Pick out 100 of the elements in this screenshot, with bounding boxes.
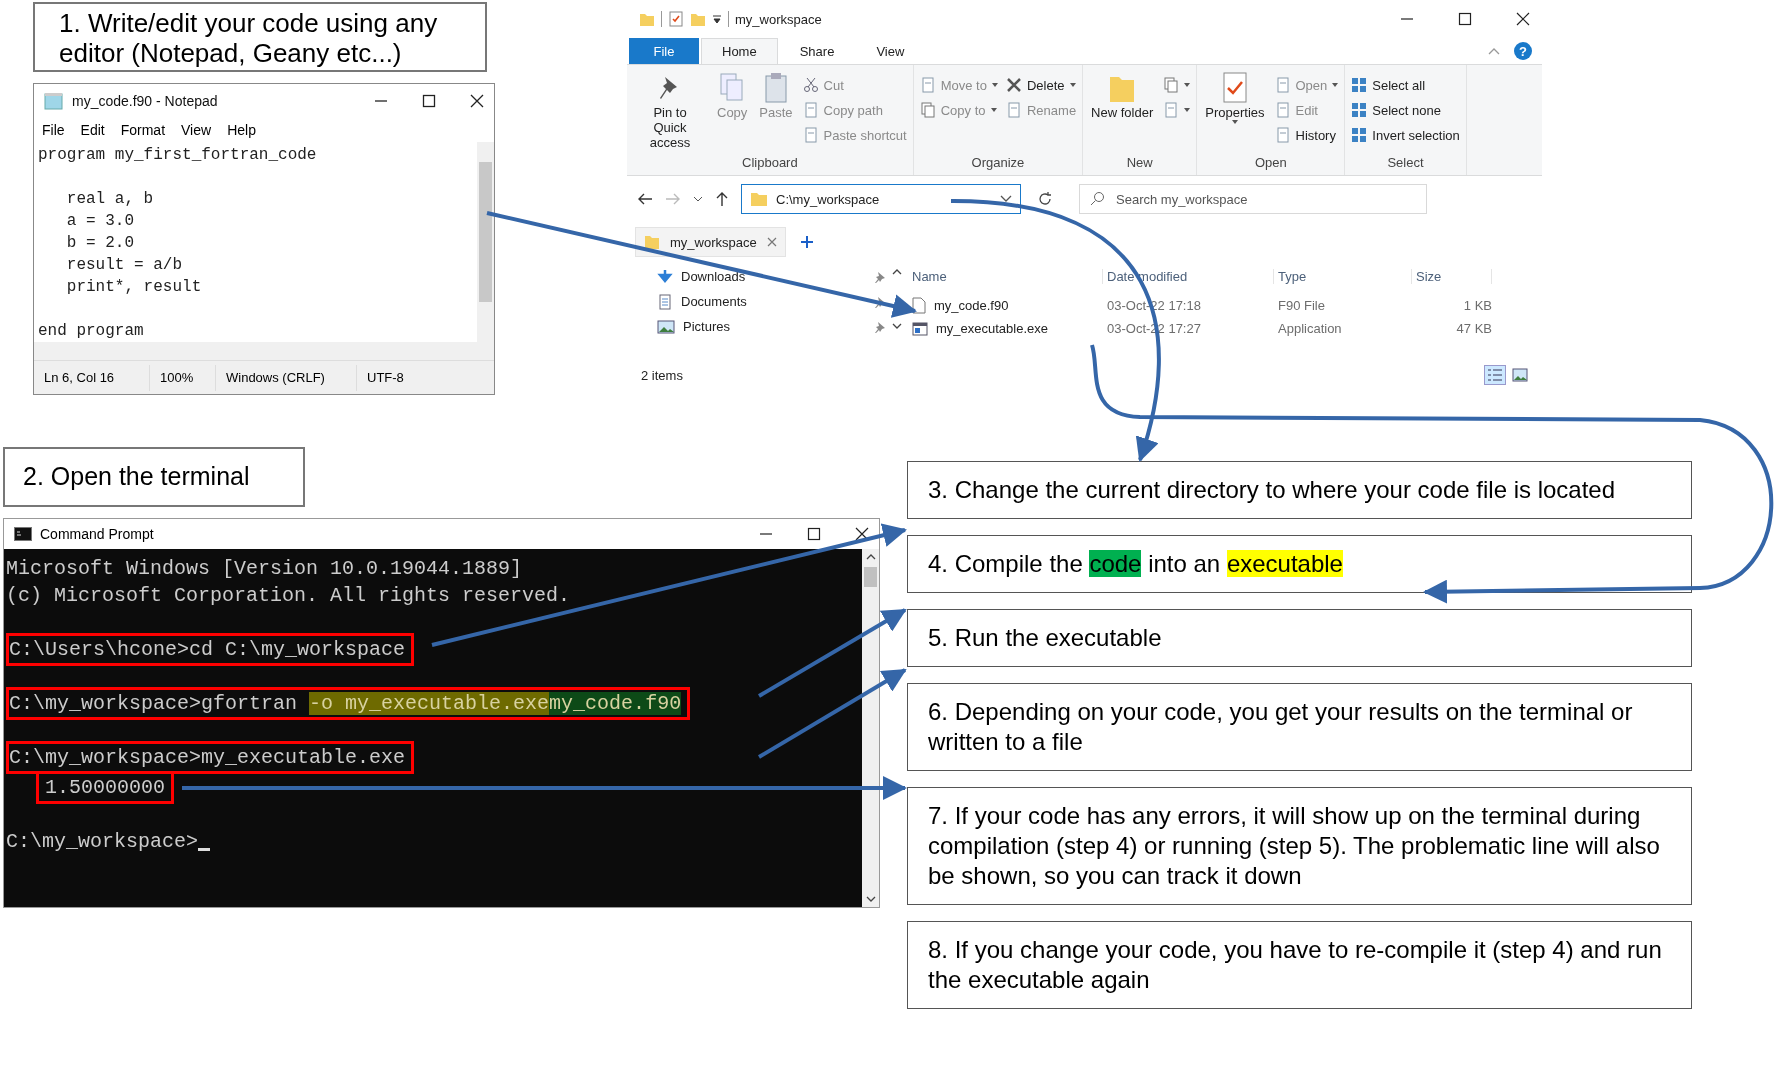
help-button[interactable]: ? bbox=[1514, 42, 1532, 60]
scrollbar[interactable] bbox=[862, 549, 879, 907]
close-icon[interactable] bbox=[1516, 12, 1530, 26]
collapse-icon[interactable] bbox=[1488, 47, 1500, 55]
status-text: UTF-8 bbox=[366, 368, 405, 387]
documents-icon bbox=[1163, 77, 1180, 93]
step-text: 4. Compile the code into an executable bbox=[928, 550, 1343, 577]
menu-item[interactable]: Format bbox=[120, 122, 166, 138]
nav-item[interactable]: Pictures bbox=[657, 314, 886, 339]
document-icon bbox=[802, 102, 819, 118]
menu-item[interactable]: File bbox=[42, 122, 65, 138]
step-caption: 1. Write/edit your code using any editor (Notepad, Geany etc...) bbox=[33, 2, 487, 72]
file-name[interactable]: my_code.f90 bbox=[908, 297, 1103, 314]
column-header[interactable]: Date modified bbox=[1103, 268, 1274, 284]
chevron-down-icon[interactable] bbox=[865, 895, 876, 903]
document-icon bbox=[1005, 102, 1022, 118]
grid-icon bbox=[1351, 77, 1368, 93]
chevron-down-icon[interactable] bbox=[892, 322, 902, 330]
nav-item[interactable]: Downloads bbox=[657, 264, 886, 289]
details-view-icon[interactable] bbox=[1484, 365, 1506, 385]
ribbon-button[interactable]: Pin to Quick access bbox=[631, 69, 709, 155]
picture-icon bbox=[657, 319, 675, 334]
file-name[interactable]: my_executable.exe bbox=[908, 321, 1103, 336]
group-label: Open bbox=[1253, 155, 1288, 172]
address-bar[interactable]: C:\my_workspace bbox=[741, 184, 1021, 214]
file-tab[interactable]: File bbox=[629, 38, 699, 64]
chevron-up-icon[interactable] bbox=[892, 268, 902, 276]
type-cell-text: F90 File bbox=[1277, 298, 1326, 313]
chevron-up-icon[interactable] bbox=[865, 553, 876, 561]
folder-icon bbox=[644, 234, 660, 250]
notepad-icon bbox=[44, 92, 64, 110]
pin-icon[interactable] bbox=[874, 270, 886, 283]
download-arrow-icon bbox=[657, 268, 673, 285]
group-label: Organize bbox=[970, 155, 1026, 172]
window-title: my_code.f90 - Notepad bbox=[72, 93, 218, 109]
search-field[interactable]: Search my_workspace bbox=[1079, 184, 1427, 214]
x-icon bbox=[1005, 77, 1022, 93]
ribbon-button[interactable]: History bbox=[1272, 125, 1341, 145]
step-text: 6. Depending on your code, you get your results on the terminal or written to a file bbox=[928, 698, 1633, 755]
terminal-icon bbox=[14, 527, 32, 541]
ribbon-button[interactable]: Invert selection bbox=[1349, 125, 1462, 145]
close-icon[interactable] bbox=[470, 94, 484, 108]
terminal-line: (c) Microsoft Corporation. All rights reserved. bbox=[6, 583, 571, 609]
ribbon-button[interactable]: New folder bbox=[1087, 69, 1158, 155]
back-arrow-icon[interactable] bbox=[637, 192, 653, 206]
ribbon-button[interactable]: Delete bbox=[1003, 75, 1079, 95]
ribbon-tab[interactable]: Home bbox=[701, 38, 778, 64]
application-icon bbox=[912, 321, 928, 336]
document-icon bbox=[657, 293, 673, 310]
maximize-icon[interactable] bbox=[1458, 12, 1472, 26]
step-caption: 2. Open the terminal bbox=[3, 447, 305, 507]
pin-icon[interactable] bbox=[874, 295, 886, 308]
scrollbar-thumb[interactable] bbox=[864, 567, 877, 587]
plus-icon[interactable] bbox=[799, 235, 814, 249]
caret-icon[interactable] bbox=[712, 14, 722, 24]
ribbon-button[interactable]: Properties bbox=[1201, 69, 1269, 155]
picture-icon[interactable] bbox=[1512, 368, 1528, 382]
document-icon bbox=[1163, 102, 1180, 118]
caret-icon[interactable] bbox=[693, 195, 703, 203]
maximize-icon[interactable] bbox=[422, 94, 436, 108]
folder-tab[interactable]: my_workspace bbox=[635, 227, 786, 257]
scissors-icon bbox=[802, 77, 819, 93]
size-cell-text: 1 KB bbox=[1462, 298, 1492, 313]
refresh-icon[interactable] bbox=[1037, 191, 1053, 207]
scrollbar[interactable] bbox=[477, 142, 494, 342]
menu-item[interactable]: View bbox=[181, 122, 212, 138]
checklist-icon[interactable] bbox=[668, 11, 684, 27]
terminal-line: C:\my_workspace> bbox=[6, 828, 211, 855]
document-icon bbox=[912, 297, 926, 314]
column-header[interactable]: Size bbox=[1412, 268, 1492, 284]
step-text: 7. If your code has any errors, it will show up on the terminal during compilation (step 4) or running (step 5). The problematic line will also be shown, so you can track it down bbox=[928, 802, 1660, 889]
column-header[interactable]: Type bbox=[1274, 268, 1412, 284]
pin-icon[interactable] bbox=[874, 320, 886, 333]
close-icon[interactable] bbox=[855, 527, 869, 541]
status-text: 2 items bbox=[641, 367, 683, 383]
document-icon bbox=[1274, 77, 1291, 93]
document-icon bbox=[1274, 102, 1291, 118]
grid-icon bbox=[1351, 127, 1368, 143]
ribbon-tab[interactable]: Share bbox=[779, 38, 855, 64]
window-title: Command Prompt bbox=[40, 526, 154, 542]
nav-item[interactable]: Documents bbox=[657, 289, 886, 314]
group-label: Select bbox=[1386, 155, 1425, 172]
menu-item[interactable]: Edit bbox=[80, 122, 105, 138]
ribbon-tab[interactable]: View bbox=[856, 38, 925, 64]
status-text: Ln 6, Col 16 bbox=[34, 364, 150, 391]
ribbon-button[interactable]: Select none bbox=[1349, 100, 1462, 120]
step-text: 3. Change the current directory to where your code file is located bbox=[928, 476, 1616, 503]
up-arrow-icon[interactable] bbox=[715, 191, 729, 207]
step-text: 5. Run the executable bbox=[928, 624, 1162, 651]
menu-item[interactable]: Help bbox=[227, 122, 256, 138]
folder-icon bbox=[750, 191, 768, 207]
document-icon bbox=[802, 127, 819, 143]
maximize-icon[interactable] bbox=[807, 527, 821, 541]
terminal-line: Microsoft Windows [Version 10.0.19044.1889] bbox=[6, 556, 523, 582]
document-icon bbox=[1274, 127, 1291, 143]
column-header[interactable]: Name bbox=[908, 268, 1103, 284]
status-text: Windows (CRLF) bbox=[216, 364, 357, 391]
ribbon-button[interactable]: Select all bbox=[1349, 75, 1462, 95]
code-text: program my_first_fortran_code real a, b a = 3.0 b = 2.0 result = a/b print*, result end program bbox=[37, 145, 318, 342]
grid-icon bbox=[1351, 102, 1368, 118]
